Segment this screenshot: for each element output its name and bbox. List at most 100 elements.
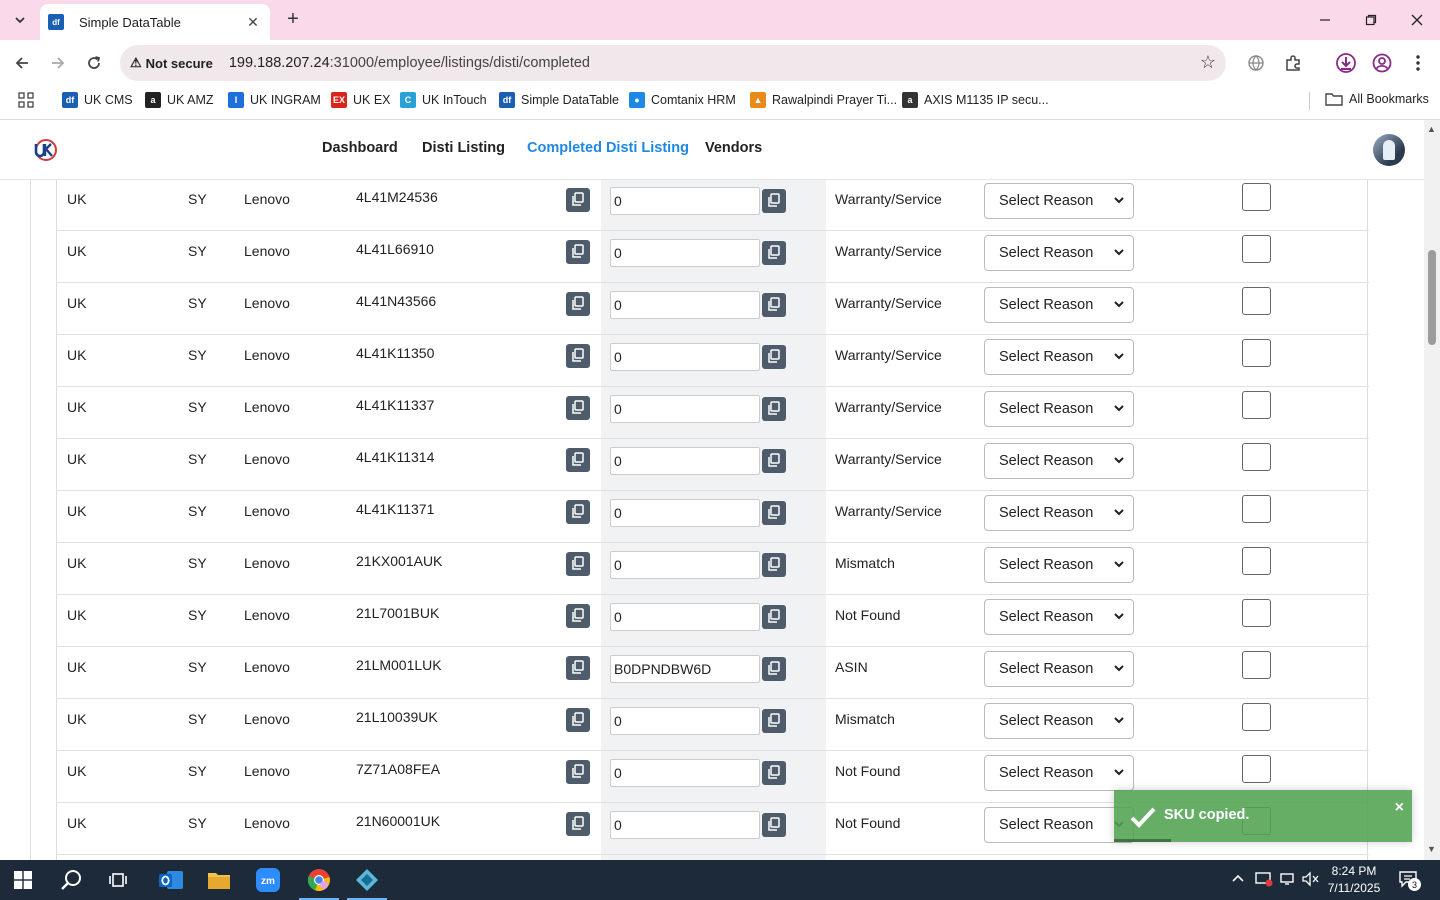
- row-checkbox[interactable]: [1242, 651, 1271, 679]
- asin-input[interactable]: [610, 655, 760, 683]
- apps-grid-icon[interactable]: [18, 92, 34, 108]
- all-bookmarks[interactable]: All Bookmarks: [1325, 92, 1429, 106]
- copy-sku-button[interactable]: [566, 604, 590, 628]
- back-button[interactable]: [7, 48, 37, 78]
- copy-sku-button[interactable]: [566, 344, 590, 368]
- copy-sku-button[interactable]: [566, 656, 590, 680]
- forward-button[interactable]: [43, 48, 73, 78]
- task-view-button[interactable]: [96, 860, 142, 900]
- reason-select[interactable]: Select Reason: [984, 703, 1134, 739]
- asin-input[interactable]: [610, 291, 760, 319]
- bookmark-item[interactable]: C UK InTouch: [400, 92, 487, 108]
- copy-sku-button[interactable]: [566, 708, 590, 732]
- row-checkbox[interactable]: [1242, 183, 1271, 211]
- copy-asin-button[interactable]: [762, 397, 786, 421]
- copy-sku-button[interactable]: [566, 188, 590, 212]
- scroll-up-arrow-icon[interactable]: ▲: [1427, 124, 1436, 134]
- asin-input[interactable]: [610, 187, 760, 215]
- extensions-icon[interactable]: [1281, 51, 1305, 75]
- nav-dashboard[interactable]: Dashboard: [322, 140, 398, 156]
- copy-sku-button[interactable]: [566, 760, 590, 784]
- copy-asin-button[interactable]: [762, 189, 786, 213]
- bookmark-item[interactable]: a UK AMZ: [145, 92, 214, 108]
- tab-close-icon[interactable]: ✕: [244, 13, 262, 31]
- asin-input[interactable]: [610, 239, 760, 267]
- browser-tab[interactable]: df Simple DataTable ✕: [40, 4, 270, 40]
- reason-select[interactable]: Select Reason: [984, 651, 1134, 687]
- bookmark-item[interactable]: df UK CMS: [62, 92, 133, 108]
- scroll-down-arrow-icon[interactable]: ▼: [1427, 844, 1436, 854]
- copy-sku-button[interactable]: [566, 500, 590, 524]
- row-checkbox[interactable]: [1242, 287, 1271, 315]
- reason-select[interactable]: Select Reason: [984, 235, 1134, 271]
- reason-select[interactable]: Select Reason: [984, 339, 1134, 375]
- maximize-button[interactable]: [1348, 0, 1394, 40]
- asin-input[interactable]: [610, 551, 760, 579]
- asin-input[interactable]: [610, 343, 760, 371]
- reason-select[interactable]: Select Reason: [984, 183, 1134, 219]
- asin-input[interactable]: [610, 499, 760, 527]
- copy-asin-button[interactable]: [762, 345, 786, 369]
- user-avatar[interactable]: [1373, 134, 1405, 166]
- page-scrollbar[interactable]: ▲ ▼: [1424, 120, 1440, 860]
- reason-select[interactable]: Select Reason: [984, 391, 1134, 427]
- translate-icon[interactable]: [1244, 51, 1268, 75]
- copy-sku-button[interactable]: [566, 396, 590, 420]
- copy-sku-button[interactable]: [566, 240, 590, 264]
- copy-asin-button[interactable]: [762, 293, 786, 317]
- bookmark-item[interactable]: I UK INGRAM: [228, 92, 321, 108]
- nav-vendors[interactable]: Vendors: [705, 140, 762, 156]
- close-window-button[interactable]: [1394, 0, 1440, 40]
- brand-logo[interactable]: [32, 137, 58, 163]
- copy-asin-button[interactable]: [762, 709, 786, 733]
- reason-select[interactable]: Select Reason: [984, 547, 1134, 583]
- row-checkbox[interactable]: [1242, 599, 1271, 627]
- browser-menu-icon[interactable]: [1406, 51, 1430, 75]
- bookmark-item[interactable]: df Simple DataTable: [499, 92, 619, 108]
- copy-asin-button[interactable]: [762, 449, 786, 473]
- asin-input[interactable]: [610, 603, 760, 631]
- volume-muted-icon[interactable]: [1302, 871, 1320, 890]
- minimize-button[interactable]: [1302, 0, 1348, 40]
- copy-asin-button[interactable]: [762, 241, 786, 265]
- asin-input[interactable]: [610, 447, 760, 475]
- reason-select[interactable]: Select Reason: [984, 443, 1134, 479]
- asin-input[interactable]: [610, 811, 760, 839]
- security-chip[interactable]: ⚠ Not secure: [130, 55, 213, 71]
- row-checkbox[interactable]: [1242, 235, 1271, 263]
- reason-select[interactable]: Select Reason: [984, 807, 1134, 843]
- reload-button[interactable]: [79, 48, 109, 78]
- nav-completed-disti-listing[interactable]: Completed Disti Listing: [527, 140, 689, 156]
- bookmark-item[interactable]: ▲ Rawalpindi Prayer Ti...: [750, 92, 897, 108]
- copy-asin-button[interactable]: [762, 657, 786, 681]
- outlook-app[interactable]: [148, 860, 194, 900]
- url-text[interactable]: 199.188.207.24:31000/employee/listings/d…: [229, 55, 590, 71]
- row-checkbox[interactable]: [1242, 703, 1271, 731]
- download-icon[interactable]: [1334, 51, 1358, 75]
- copy-asin-button[interactable]: [762, 553, 786, 577]
- address-bar[interactable]: ⚠ Not secure 199.188.207.24:31000/employ…: [120, 45, 1226, 81]
- reason-select[interactable]: Select Reason: [984, 287, 1134, 323]
- chrome-app[interactable]: [296, 860, 342, 900]
- row-checkbox[interactable]: [1242, 547, 1271, 575]
- asin-input[interactable]: [610, 759, 760, 787]
- copy-sku-button[interactable]: [566, 812, 590, 836]
- wifi-icon[interactable]: [1279, 871, 1297, 890]
- bookmark-item[interactable]: EX UK EX: [331, 92, 391, 108]
- tray-overflow-icon[interactable]: [1231, 871, 1245, 887]
- asin-input[interactable]: [610, 707, 760, 735]
- row-checkbox[interactable]: [1242, 391, 1271, 419]
- reason-select[interactable]: Select Reason: [984, 755, 1134, 791]
- bookmark-item[interactable]: ● Comtanix HRM: [629, 92, 736, 108]
- network-alert-icon[interactable]: [1255, 871, 1273, 890]
- new-tab-button[interactable]: +: [282, 8, 304, 30]
- row-checkbox[interactable]: [1242, 495, 1271, 523]
- file-explorer-app[interactable]: [196, 860, 242, 900]
- copy-asin-button[interactable]: [762, 761, 786, 785]
- copy-asin-button[interactable]: [762, 501, 786, 525]
- row-checkbox[interactable]: [1242, 339, 1271, 367]
- bookmark-item[interactable]: a AXIS M1135 IP secu...: [902, 92, 1049, 108]
- scrollbar-thumb[interactable]: [1428, 250, 1436, 345]
- vscode-app[interactable]: [344, 860, 390, 900]
- notification-center-button[interactable]: 3: [1398, 870, 1421, 891]
